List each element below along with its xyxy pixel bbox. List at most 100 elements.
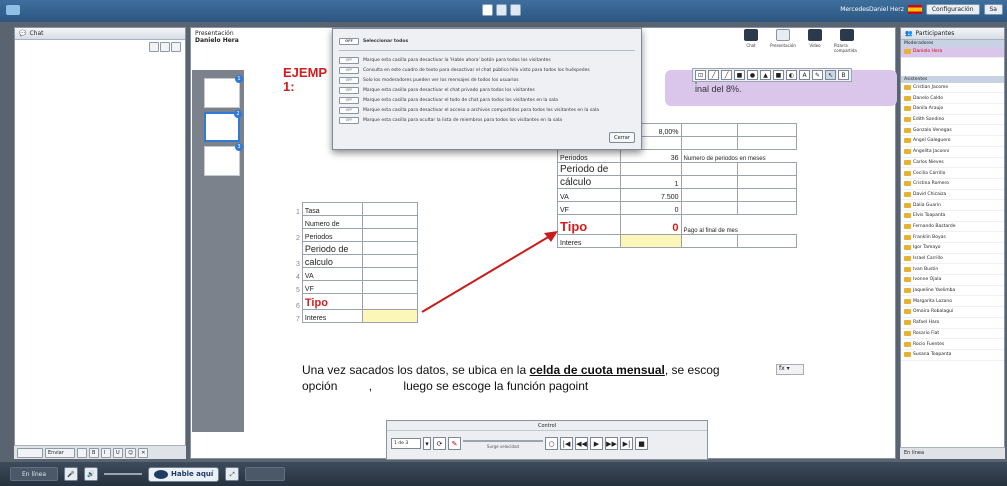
- clear-icon[interactable]: ✕: [138, 447, 149, 458]
- list-item[interactable]: Angelita Jaconni: [901, 147, 1004, 158]
- rectangle-tool-icon[interactable]: ■: [734, 70, 745, 80]
- video-preview[interactable]: [245, 467, 286, 481]
- select-all-toggle[interactable]: OFF: [339, 37, 359, 45]
- bold-icon[interactable]: B: [89, 447, 99, 458]
- bold-tool-icon[interactable]: B: [838, 70, 849, 80]
- list-item[interactable]: Rocio Fuentes: [901, 339, 1004, 350]
- language-flag-icon[interactable]: [907, 5, 922, 14]
- extra-button[interactable]: Sa: [983, 4, 1003, 15]
- list-item[interactable]: Danila Araujo: [901, 104, 1004, 115]
- list-item[interactable]: Edith Sandino: [901, 115, 1004, 126]
- chat-send-button[interactable]: Enviar: [45, 447, 75, 458]
- slide-thumb-1[interactable]: 1: [204, 75, 243, 108]
- list-item[interactable]: David Chicaiza: [901, 190, 1004, 201]
- text-tool-icon[interactable]: A: [799, 70, 810, 80]
- chat-input[interactable]: [17, 447, 43, 458]
- talk-button[interactable]: Hable aquí: [148, 466, 220, 482]
- next-slide-icon[interactable]: ▶▶: [605, 436, 618, 450]
- fullscreen-icon[interactable]: ⤢: [225, 467, 240, 481]
- page-dropdown-icon[interactable]: ▾: [423, 436, 431, 450]
- play-icon[interactable]: ▶: [590, 436, 603, 450]
- chat-tool-1[interactable]: [149, 42, 159, 52]
- list-item[interactable]: Margarita Lozano: [901, 296, 1004, 308]
- list-item[interactable]: Elvis Toapanta: [901, 211, 1004, 222]
- setting-toggle[interactable]: OFF: [339, 106, 359, 114]
- setting-row: OFF Marque esta casilla para desactivar e…: [333, 105, 641, 115]
- laser-icon[interactable]: ✎: [448, 436, 461, 450]
- pointer-tool-icon[interactable]: ↖: [825, 70, 836, 80]
- stop-icon[interactable]: ■: [635, 436, 648, 450]
- circle-tool-icon[interactable]: ●: [747, 70, 758, 80]
- list-item[interactable]: Rosario Fiat: [901, 329, 1004, 340]
- layout-button-1[interactable]: [482, 4, 493, 16]
- setting-toggle[interactable]: OFF: [339, 96, 359, 104]
- view-desktop-button[interactable]: Pizarra compartida: [834, 29, 860, 53]
- pen-tool-icon[interactable]: ╱: [708, 70, 719, 80]
- loop-icon[interactable]: ○: [545, 436, 558, 450]
- layout-button-3[interactable]: [510, 4, 521, 16]
- speed-slider[interactable]: Surge velocidad: [463, 436, 543, 450]
- fill-tool-icon[interactable]: ■: [773, 70, 784, 80]
- volume-icon[interactable]: 🔊: [84, 467, 98, 481]
- list-item[interactable]: Israel Carrillo: [901, 254, 1004, 265]
- emoticon-icon[interactable]: ☺: [125, 447, 137, 458]
- status-select[interactable]: En línea: [10, 467, 58, 481]
- list-item[interactable]: Danelo Caldo: [901, 93, 1004, 105]
- list-item[interactable]: Franklin Boyas: [901, 232, 1004, 243]
- list-item[interactable]: Jaqueline Yaelimba: [901, 286, 1004, 297]
- list-item[interactable]: Omaira Robalaguí: [901, 307, 1004, 318]
- user-icon: [904, 149, 911, 155]
- slide-thumb-2[interactable]: 2: [204, 110, 242, 142]
- page-select[interactable]: 1 de 3: [391, 437, 421, 449]
- user-icon: [904, 245, 911, 251]
- color-tool-icon[interactable]: ◐: [786, 70, 797, 80]
- view-chat-button[interactable]: Chat: [738, 29, 764, 53]
- underline-icon[interactable]: U: [113, 447, 123, 458]
- setting-toggle[interactable]: OFF: [339, 56, 359, 64]
- list-item[interactable]: Susana Toapanta: [901, 350, 1004, 361]
- previous-slide-icon[interactable]: ◀◀: [575, 436, 588, 450]
- list-item[interactable]: Angel Galeguero: [901, 136, 1004, 147]
- setting-toggle[interactable]: OFF: [339, 86, 359, 94]
- list-item[interactable]: Gonzalo Venegas: [901, 125, 1004, 137]
- list-item[interactable]: Ivonne Ojala: [901, 275, 1004, 286]
- last-slide-icon[interactable]: ▶|: [620, 436, 633, 450]
- setting-toggle[interactable]: OFF: [339, 116, 359, 124]
- list-item[interactable]: Cecilia Carrillo: [901, 168, 1004, 179]
- list-item[interactable]: Carlos Nieves: [901, 158, 1004, 169]
- microphone-icon[interactable]: 🎤: [64, 467, 78, 481]
- list-item[interactable]: Ivan Bustin: [901, 264, 1004, 276]
- triangle-tool-icon[interactable]: ▲: [760, 70, 771, 80]
- chat-tool-2[interactable]: [160, 42, 170, 52]
- list-item[interactable]: Igor Tamayo: [901, 243, 1004, 254]
- list-item[interactable]: Fernando Bastarde: [901, 222, 1004, 233]
- select-tool-icon[interactable]: ⊡: [695, 70, 706, 80]
- setting-toggle[interactable]: OFF: [339, 66, 359, 74]
- first-slide-icon[interactable]: |◀: [560, 436, 573, 450]
- slide-thumb-3[interactable]: 3: [204, 143, 243, 176]
- dialog-close-button[interactable]: Cerrar: [609, 132, 635, 143]
- list-item[interactable]: Rafael Haro: [901, 318, 1004, 329]
- list-item[interactable]: Cristina Romero: [901, 179, 1004, 190]
- line-tool-icon[interactable]: ╱: [721, 70, 732, 80]
- layout-button-2[interactable]: [496, 4, 507, 16]
- chat-color-button[interactable]: [77, 447, 87, 458]
- volume-slider[interactable]: [104, 473, 142, 475]
- view-presentation-button[interactable]: Presentación: [770, 29, 796, 53]
- view-video-button[interactable]: Video: [802, 29, 828, 53]
- settings-button[interactable]: Configuración: [925, 4, 980, 15]
- table-row: 1 Tasa: [294, 202, 419, 216]
- user-icon: [904, 352, 911, 358]
- interes-cell[interactable]: [619, 234, 682, 248]
- table-row: Tipo 0 Pago al final de mes: [557, 214, 797, 235]
- list-item[interactable]: Cristian Jacome: [901, 83, 1004, 94]
- users-icon: 👥: [905, 30, 913, 37]
- highlighter-tool-icon[interactable]: ✎: [812, 70, 823, 80]
- setting-toggle[interactable]: OFF: [339, 76, 359, 84]
- list-item[interactable]: Danielo Hera: [901, 47, 1004, 58]
- sync-icon[interactable]: ⟳: [433, 436, 446, 450]
- list-item[interactable]: Dalia Guarin: [901, 200, 1004, 211]
- interes-cell[interactable]: [361, 309, 419, 323]
- chat-tool-3[interactable]: [171, 42, 181, 52]
- italic-icon[interactable]: I: [101, 447, 111, 458]
